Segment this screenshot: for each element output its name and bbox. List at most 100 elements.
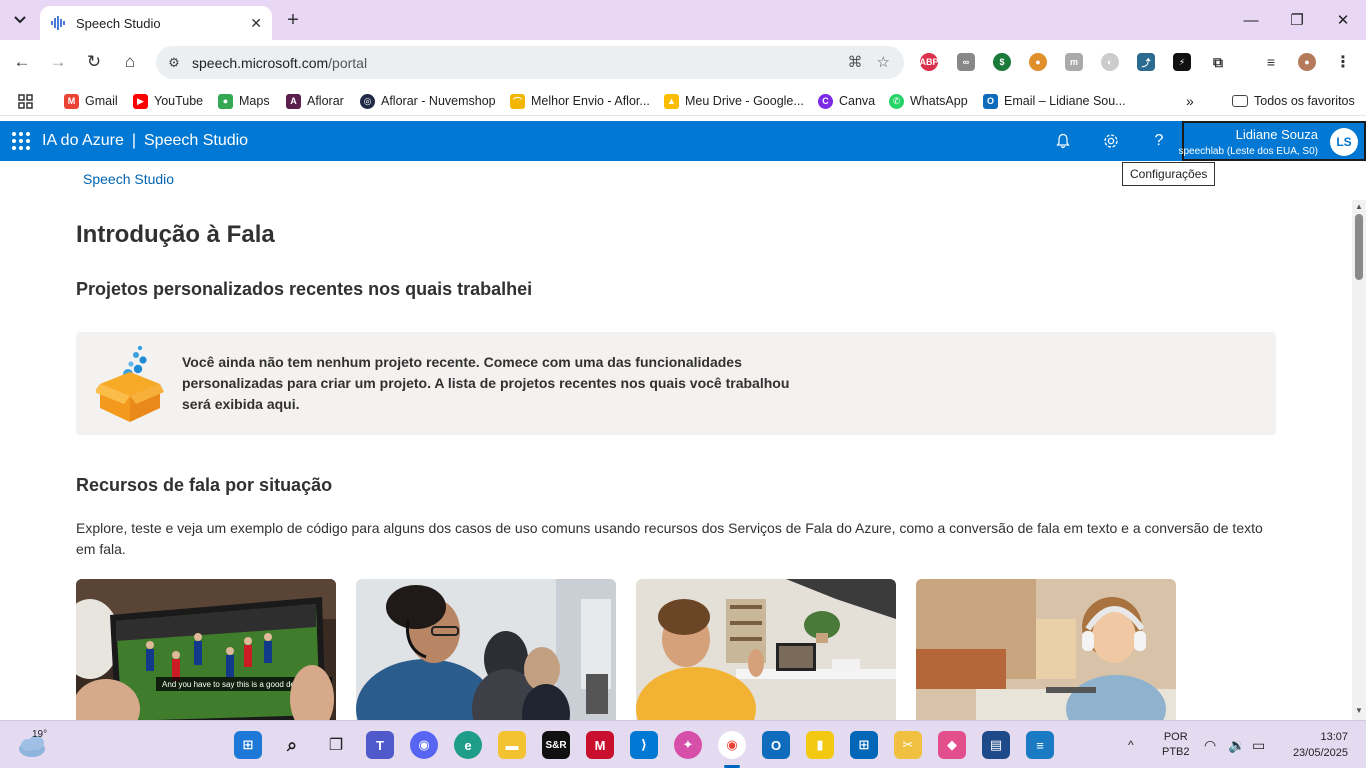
media-controls-icon[interactable]: ≡ — [1262, 53, 1280, 71]
scenario-card-captioning[interactable]: And you have to say this is a good defen… — [76, 579, 336, 720]
teams-icon[interactable]: T — [366, 731, 394, 759]
bookmark-maps[interactable]: ● Maps — [218, 92, 270, 110]
scenarios-heading: Recursos de fala por situação — [76, 475, 333, 495]
empty-box-illustration-icon — [96, 345, 164, 422]
money-extension-icon[interactable]: $ — [993, 53, 1011, 71]
tab-search-button[interactable] — [8, 8, 32, 32]
forward-button[interactable]: → — [46, 50, 70, 74]
profile-avatar[interactable]: ● — [1298, 53, 1316, 71]
honey-extension-icon[interactable]: ● — [1029, 53, 1047, 71]
search-icon[interactable]: ⌕ — [278, 731, 306, 759]
recent-projects-empty-card: Você ainda não tem nenhum projeto recent… — [76, 332, 1276, 435]
site-settings-icon[interactable]: ⚙ — [164, 53, 184, 73]
bookmark-aflorar-nuvemshop[interactable]: ◎ Aflorar - Nuvemshop — [360, 92, 496, 110]
home-button[interactable]: ⌂ — [118, 50, 142, 74]
volume-icon[interactable]: 🔉 — [1228, 721, 1245, 769]
url-text[interactable]: speech.microsoft.com/portal — [192, 55, 367, 71]
notifications-bell-icon[interactable] — [1053, 131, 1073, 151]
weather-temperature: 19° — [32, 729, 48, 740]
mcafee-icon[interactable]: M — [586, 731, 614, 759]
outlook-icon: O — [983, 93, 998, 109]
melhor-envio-icon: ⌒ — [510, 93, 525, 109]
bookmark-meu-drive[interactable]: ▲ Meu Drive - Google... — [664, 92, 804, 110]
chrome-icon[interactable]: ◉ — [718, 731, 746, 759]
windows-start-icon[interactable]: ⊞ — [234, 731, 262, 759]
task-view-icon[interactable]: ❐ — [322, 731, 350, 759]
help-question-icon[interactable]: ? — [1149, 131, 1169, 151]
notepad-icon[interactable]: ≡ — [1026, 731, 1054, 759]
outlook-icon[interactable]: O — [762, 731, 790, 759]
more-bookmarks-chevron-icon[interactable]: » — [1186, 92, 1194, 110]
extension-icon[interactable]: ◐ — [1101, 53, 1119, 71]
power-bi-icon[interactable]: ▮ — [806, 731, 834, 759]
folder-icon — [1232, 95, 1248, 107]
extensions-puzzle-icon[interactable]: ⧉ — [1209, 53, 1227, 71]
windows-taskbar: 19° ⊞ ⌕ ❐ T ◉ e ▬ S&R M ⟩ ✦ ◉ O ▮ ⊞ ✂ ◆ … — [0, 720, 1366, 768]
wifi-icon[interactable]: ◠ — [1204, 721, 1216, 769]
scenarios-description: Explore, teste e veja um exemplo de códi… — [76, 520, 1263, 557]
settings-gear-icon[interactable] — [1101, 131, 1121, 151]
canva-icon: C — [818, 93, 833, 109]
restore-button[interactable]: ❐ — [1274, 0, 1320, 40]
vscode-icon[interactable]: ⟩ — [630, 731, 658, 759]
tray-overflow-chevron-icon[interactable]: ^ — [1128, 721, 1134, 769]
system-clock[interactable]: 13:07 23/05/2025 — [1293, 729, 1348, 761]
back-button[interactable]: ← — [10, 50, 34, 74]
smr-app-icon[interactable]: S&R — [542, 731, 570, 759]
apps-grid-icon[interactable] — [18, 92, 33, 110]
app-icon[interactable]: ◆ — [938, 731, 966, 759]
speech-studio-favicon-icon — [50, 15, 66, 31]
extension-icon[interactable]: ∞ — [957, 53, 975, 71]
scroll-up-arrow-icon[interactable]: ▲ — [1355, 202, 1363, 211]
irpf-icon[interactable]: ▤ — [982, 731, 1010, 759]
adblock-extension-icon[interactable]: ABP — [920, 53, 939, 71]
translate-icon[interactable]: ⌘ — [848, 53, 863, 71]
minimize-button[interactable]: — — [1228, 0, 1274, 40]
scenario-card-call-center[interactable] — [356, 579, 616, 720]
new-tab-button[interactable]: + — [282, 8, 304, 32]
all-bookmarks-folder[interactable]: Todos os favoritos — [1232, 92, 1355, 110]
copilot-icon[interactable]: ✦ — [674, 731, 702, 759]
bookmark-melhor-envio[interactable]: ⌒ Melhor Envio - Aflor... — [510, 92, 650, 110]
browser-toolbar: ← → ↻ ⌂ ⚙ speech.microsoft.com/portal ⌘ … — [0, 40, 1366, 84]
bookmark-youtube[interactable]: ▶ YouTube — [133, 92, 203, 110]
microsoft-store-icon[interactable]: ⊞ — [850, 731, 878, 759]
lightning-extension-icon[interactable]: ⚡ — [1173, 53, 1191, 71]
header-brand[interactable]: IA do Azure | Speech Studio — [42, 132, 248, 150]
bookmark-email[interactable]: O Email – Lidiane Sou... — [983, 92, 1126, 110]
address-bar[interactable]: ⚙ speech.microsoft.com/portal ⌘ ☆ — [156, 46, 904, 79]
recent-projects-heading: Projetos personalizados recentes nos qua… — [76, 279, 533, 299]
account-button[interactable]: Lidiane Souza speechlab (Leste dos EUA, … — [1178, 121, 1366, 161]
maps-icon: ● — [218, 93, 233, 109]
scrollbar-thumb[interactable] — [1355, 214, 1363, 280]
scenario-card-video-call[interactable] — [636, 579, 896, 720]
extension-icon[interactable]: ⤴ — [1137, 53, 1155, 71]
snipping-tool-icon[interactable]: ✂ — [894, 731, 922, 759]
bookmark-canva[interactable]: C Canva — [818, 92, 875, 110]
main-content: Speech Studio Introdução à Fala Projetos… — [0, 161, 1352, 720]
settings-tooltip: Configurações — [1122, 162, 1216, 186]
battery-icon[interactable]: ▭ — [1252, 721, 1265, 769]
tab-close-icon[interactable]: ✕ — [250, 15, 262, 32]
reload-button[interactable]: ↻ — [82, 50, 106, 74]
discord-icon[interactable]: ◉ — [410, 731, 438, 759]
input-language[interactable]: POR PTB2 — [1162, 721, 1190, 769]
whatsapp-icon: ✆ — [889, 93, 904, 109]
close-window-button[interactable]: ✕ — [1320, 0, 1366, 40]
bookmark-gmail[interactable]: M Gmail — [64, 92, 118, 110]
account-resource: speechlab (Leste dos EUA, S0) — [1178, 146, 1318, 157]
bookmark-aflorar[interactable]: A Aflorar — [286, 92, 344, 110]
bookmark-star-icon[interactable]: ☆ — [877, 53, 890, 71]
m-extension-icon[interactable]: m — [1065, 53, 1083, 71]
empty-state-message: Você ainda não tem nenhum projeto recent… — [182, 354, 790, 412]
page-scrollbar[interactable]: ▲ ▼ — [1352, 200, 1366, 720]
browser-tab-active[interactable]: Speech Studio ✕ — [40, 6, 272, 40]
scroll-down-arrow-icon[interactable]: ▼ — [1355, 706, 1363, 715]
bookmark-whatsapp[interactable]: ✆ WhatsApp — [889, 92, 968, 110]
browser-menu-icon[interactable]: ⋮ — [1334, 53, 1352, 71]
app-launcher-waffle-icon[interactable] — [12, 132, 30, 150]
edge-icon[interactable]: e — [454, 731, 482, 759]
file-explorer-icon[interactable]: ▬ — [498, 731, 526, 759]
scenario-card-learning[interactable] — [916, 579, 1176, 720]
breadcrumb[interactable]: Speech Studio — [83, 171, 174, 187]
